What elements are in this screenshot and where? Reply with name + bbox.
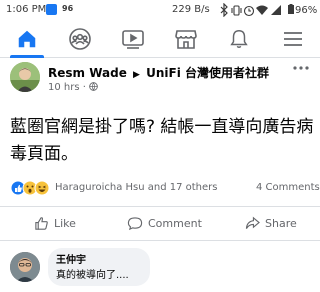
signal-icon	[271, 5, 281, 15]
like-label: Like	[54, 216, 76, 230]
post-more-options-button[interactable]	[290, 62, 312, 76]
comment-author-name[interactable]: 王仲宇	[56, 251, 86, 266]
post-timestamp[interactable]: 10 hrs	[48, 82, 80, 93]
wifi-icon	[256, 5, 268, 15]
nav-notifications-tab[interactable]	[216, 20, 262, 58]
haha-icon	[34, 180, 50, 196]
post-author-line: Resm Wade ▶ UniFi 台灣使用者社群	[48, 64, 269, 81]
top-nav-bar	[0, 20, 320, 58]
more-dots-icon	[293, 66, 309, 70]
notification-badge: 96	[62, 4, 74, 13]
reaction-names[interactable]: Haraguroicha Hsu and 17 others	[55, 182, 218, 193]
like-button[interactable]: Like	[34, 212, 76, 234]
share-button[interactable]: Share	[245, 212, 297, 234]
battery-percent: 96%	[295, 5, 318, 16]
comment-label: Comment	[148, 216, 202, 230]
menu-icon	[284, 32, 302, 46]
meta-separator: ·	[82, 82, 86, 93]
vibrate-icon	[231, 5, 242, 16]
author-avatar[interactable]	[10, 62, 40, 92]
comment-button[interactable]: Comment	[127, 212, 202, 234]
comments-count[interactable]: 4 Comments	[256, 182, 320, 193]
notifications-icon	[230, 30, 248, 48]
share-icon	[245, 216, 260, 229]
battery-level: 96%	[288, 4, 317, 16]
commenter-avatar-image	[10, 252, 40, 282]
status-time: 1:06 PM	[6, 4, 47, 15]
battery-icon	[288, 4, 294, 14]
post-group-name[interactable]: UniFi 台灣使用者社群	[146, 66, 269, 80]
system-icons	[220, 3, 281, 17]
divider	[0, 206, 320, 207]
status-bar: 1:06 PM 96 229 B/s 96%	[0, 0, 320, 20]
groups-icon	[69, 28, 91, 50]
caret-right-icon: ▶	[133, 70, 140, 80]
alarm-icon	[243, 5, 255, 17]
nav-marketplace-tab[interactable]	[163, 20, 209, 58]
marketplace-icon	[175, 30, 197, 49]
nav-watch-tab[interactable]	[110, 20, 156, 58]
comment-icon	[127, 216, 143, 230]
post-meta: 10 hrs ·	[48, 82, 98, 93]
divider	[0, 240, 320, 241]
share-label: Share	[265, 216, 297, 230]
facebook-notification-icon	[46, 4, 57, 15]
post-body-text: 藍圈官網是掛了嗎? 結帳一直導向廣告病毒頁面。	[10, 117, 314, 164]
author-avatar-image	[10, 62, 40, 92]
like-outline-icon	[35, 216, 48, 230]
nav-groups-tab[interactable]	[57, 20, 103, 58]
globe-icon	[89, 82, 98, 91]
network-speed: 229 B/s	[172, 4, 210, 15]
watch-icon	[122, 30, 144, 49]
reaction-icons[interactable]	[10, 180, 52, 196]
post-author-name[interactable]: Resm Wade	[48, 66, 127, 80]
home-icon	[18, 30, 36, 48]
nav-menu-tab[interactable]	[270, 20, 316, 58]
comment-text: 真的被導向了....	[56, 270, 129, 281]
bluetooth-icon	[220, 3, 228, 17]
commenter-avatar[interactable]	[10, 252, 40, 282]
nav-home-tab[interactable]	[4, 20, 50, 58]
